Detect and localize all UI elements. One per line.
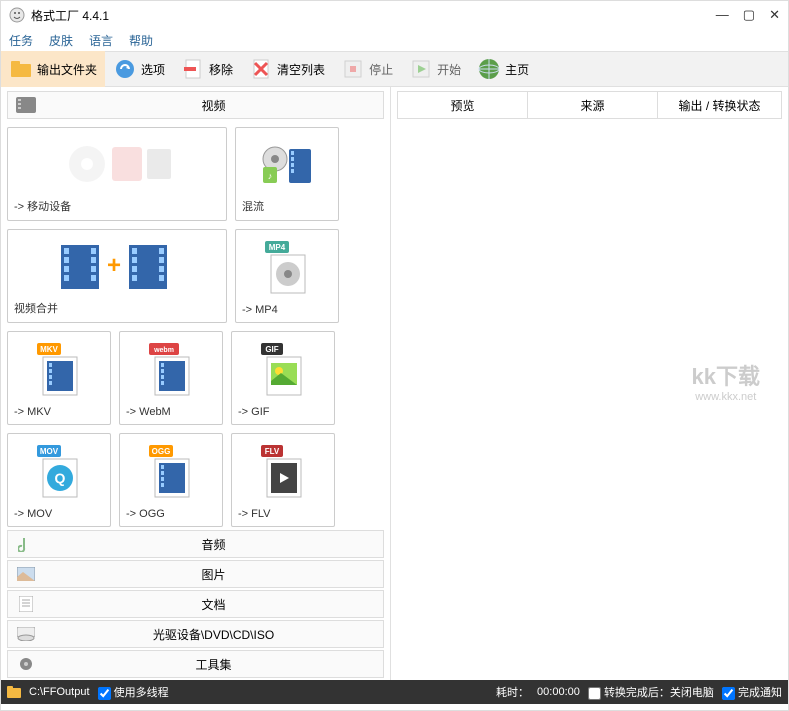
remove-button[interactable]: 移除	[173, 51, 241, 87]
clear-list-button[interactable]: 清空列表	[241, 51, 333, 87]
svg-text:MP4: MP4	[269, 243, 286, 252]
video-tiles: -> 移动设备 ♪ 混流 + 视频合并 MP4 -> MP4	[1, 121, 390, 530]
title-bar: 格式工厂 4.4.1 — ▢ ✕	[1, 1, 788, 29]
start-label: 开始	[437, 61, 461, 78]
homepage-label: 主页	[505, 61, 529, 78]
globe-icon	[477, 57, 501, 81]
svg-text:+: +	[107, 252, 121, 279]
tile-flv[interactable]: FLV -> FLV	[231, 433, 335, 527]
tile-mux-label: 混流	[242, 198, 332, 214]
tile-mkv[interactable]: MKV -> MKV	[7, 331, 111, 425]
picture-icon	[14, 562, 38, 586]
folder-small-icon	[7, 686, 21, 698]
tile-webm[interactable]: webm -> WebM	[119, 331, 223, 425]
svg-text:MOV: MOV	[40, 447, 59, 456]
category-rom-label: 光驱设备\DVD\CD\ISO	[44, 626, 383, 643]
elapsed-value: 00:00:00	[537, 686, 580, 698]
tile-mkv-label: -> MKV	[14, 406, 104, 418]
options-label: 选项	[141, 61, 165, 78]
clear-icon	[249, 57, 273, 81]
tile-flv-label: -> FLV	[238, 508, 328, 520]
menu-language[interactable]: 语言	[89, 32, 113, 49]
stop-button[interactable]: 停止	[333, 51, 401, 87]
svg-text:Q: Q	[55, 470, 66, 486]
disc-icon	[14, 622, 38, 646]
col-preview[interactable]: 预览	[398, 92, 528, 118]
start-icon	[409, 57, 433, 81]
tile-joiner-label: 视频合并	[14, 300, 220, 316]
options-button[interactable]: 选项	[105, 51, 173, 87]
svg-text:GIF: GIF	[265, 345, 278, 354]
category-rom[interactable]: 光驱设备\DVD\CD\ISO	[7, 620, 384, 648]
tile-webm-label: -> WebM	[126, 406, 216, 418]
folder-icon	[9, 57, 33, 81]
clear-label: 清空列表	[277, 61, 325, 78]
category-audio[interactable]: 音频	[7, 530, 384, 558]
tile-ogg-label: -> OGG	[126, 508, 216, 520]
remove-label: 移除	[209, 61, 233, 78]
main-area: 视频 -> 移动设备 ♪ 混流 + 视频合并 MP4	[1, 87, 788, 680]
svg-text:FLV: FLV	[265, 447, 280, 456]
tile-ogg[interactable]: OGG -> OGG	[119, 433, 223, 527]
gear-icon	[14, 652, 38, 676]
minimize-button[interactable]: —	[716, 7, 729, 23]
window-title: 格式工厂 4.4.1	[31, 7, 716, 24]
audio-icon	[14, 532, 38, 556]
remove-icon	[181, 57, 205, 81]
task-list-header: 预览 来源 输出 / 转换状态	[397, 91, 782, 119]
tile-mux[interactable]: ♪ 混流	[235, 127, 339, 221]
tile-mobile-label: -> 移动设备	[14, 198, 220, 214]
output-folder-button[interactable]: 输出文件夹	[1, 51, 105, 87]
app-icon	[9, 7, 25, 23]
status-bar: C:\FFOutput 使用多线程 耗时： 00:00:00 转换完成后：关闭电…	[1, 680, 788, 704]
tile-mp4-label: -> MP4	[242, 304, 332, 316]
menu-bar: 任务 皮肤 语言 帮助	[1, 29, 788, 51]
category-picture-label: 图片	[44, 566, 383, 583]
svg-text:OGG: OGG	[152, 447, 171, 456]
menu-skin[interactable]: 皮肤	[49, 32, 73, 49]
task-list-body: kk下载 www.kkx.net	[391, 123, 788, 680]
toolbar: 输出文件夹 选项 移除 清空列表 停止 开始 主页	[1, 51, 788, 87]
done-notify-toggle[interactable]: 完成通知	[722, 684, 782, 700]
category-video-label: 视频	[44, 97, 383, 114]
stop-label: 停止	[369, 61, 393, 78]
tile-mov-label: -> MOV	[14, 508, 104, 520]
watermark: kk下载 www.kkx.net	[692, 359, 760, 403]
video-icon	[14, 93, 38, 117]
maximize-button[interactable]: ▢	[743, 7, 755, 23]
tile-joiner[interactable]: + 视频合并	[7, 229, 227, 323]
menu-task[interactable]: 任务	[9, 32, 33, 49]
svg-text:♪: ♪	[268, 171, 273, 181]
homepage-button[interactable]: 主页	[469, 51, 537, 87]
options-icon	[113, 57, 137, 81]
category-document[interactable]: 文档	[7, 590, 384, 618]
svg-text:MKV: MKV	[40, 345, 58, 354]
output-folder-label: 输出文件夹	[37, 61, 97, 78]
elapsed-label: 耗时：	[496, 684, 529, 700]
start-button[interactable]: 开始	[401, 51, 469, 87]
tile-gif[interactable]: GIF -> GIF	[231, 331, 335, 425]
tile-mobile[interactable]: -> 移动设备	[7, 127, 227, 221]
multithread-toggle[interactable]: 使用多线程	[98, 684, 169, 700]
category-picture[interactable]: 图片	[7, 560, 384, 588]
menu-help[interactable]: 帮助	[129, 32, 153, 49]
tile-mov[interactable]: MOV Q -> MOV	[7, 433, 111, 527]
tile-gif-label: -> GIF	[238, 406, 328, 418]
col-status[interactable]: 输出 / 转换状态	[658, 92, 781, 118]
category-audio-label: 音频	[44, 536, 383, 553]
category-utilities[interactable]: 工具集	[7, 650, 384, 678]
task-panel: 预览 来源 输出 / 转换状态 kk下载 www.kkx.net	[391, 87, 788, 680]
stop-icon	[341, 57, 365, 81]
output-path[interactable]: C:\FFOutput	[29, 686, 90, 698]
tile-mp4[interactable]: MP4 -> MP4	[235, 229, 339, 323]
close-button[interactable]: ✕	[769, 7, 780, 23]
after-convert-toggle[interactable]: 转换完成后：关闭电脑	[588, 684, 714, 700]
svg-text:webm: webm	[153, 347, 174, 354]
category-panel: 视频 -> 移动设备 ♪ 混流 + 视频合并 MP4	[1, 87, 391, 680]
category-video[interactable]: 视频	[7, 91, 384, 119]
document-icon	[14, 592, 38, 616]
category-document-label: 文档	[44, 596, 383, 613]
category-utilities-label: 工具集	[44, 656, 383, 673]
col-source[interactable]: 来源	[528, 92, 658, 118]
